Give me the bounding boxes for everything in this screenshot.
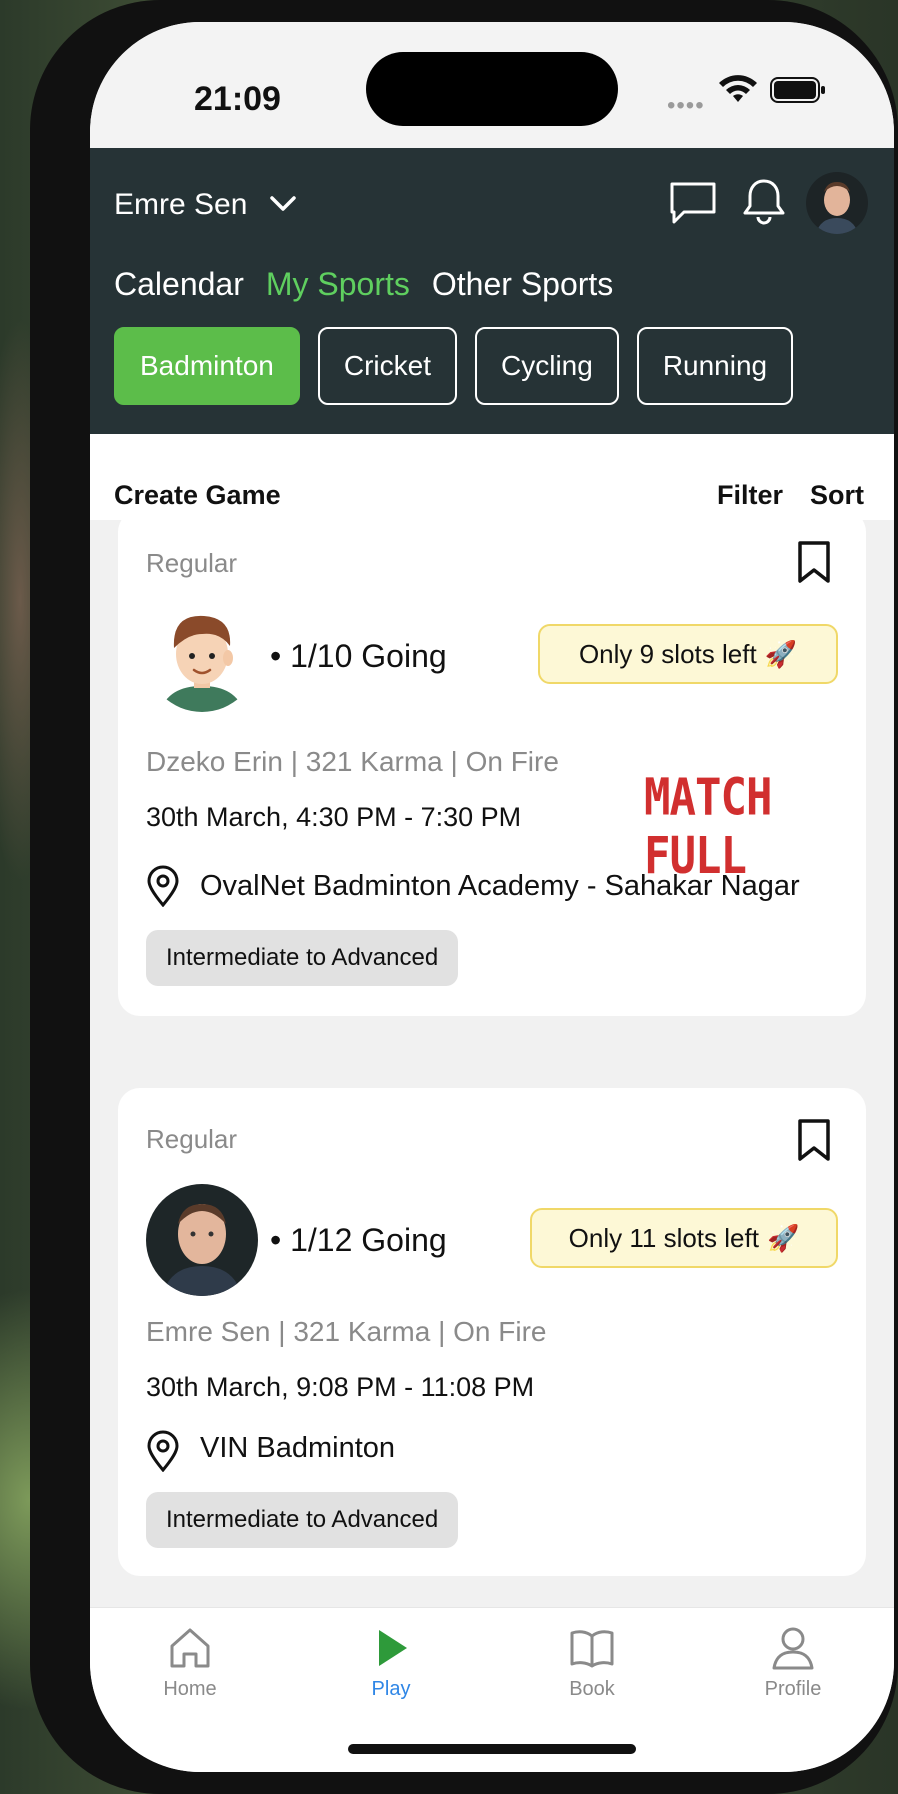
going-count: • 1/12 Going: [270, 1222, 447, 1258]
filter-button[interactable]: Filter: [717, 480, 783, 511]
game-type: Regular: [146, 548, 238, 578]
game-datetime: 30th March, 9:08 PM - 11:08 PM: [146, 1372, 535, 1402]
app-screen: 21:09 •••• Emre Sen Calendar My Sports O…: [90, 22, 894, 1772]
chip-running[interactable]: Running: [636, 327, 794, 405]
nav-label: Book: [569, 1678, 615, 1700]
tab-calendar[interactable]: Calendar: [114, 266, 244, 306]
location-pin-icon: [147, 865, 179, 907]
chip-cycling[interactable]: Cycling: [475, 327, 619, 405]
venue-name[interactable]: OvalNet Badminton Academy - Sahakar Naga…: [200, 870, 800, 903]
host-info[interactable]: Emre Sen | 321 Karma | On Fire: [146, 1316, 546, 1348]
host-avatar[interactable]: [146, 1184, 258, 1296]
tab-bar: Calendar My Sports Other Sports: [114, 266, 613, 306]
battery-icon: [770, 77, 825, 103]
slots-left-text: Only 9 slots left: [578, 638, 757, 669]
slots-left-badge: Only 9 slots left 🚀: [538, 624, 838, 684]
create-game-button[interactable]: Create Game: [114, 480, 281, 511]
location-pin-icon: [147, 1430, 179, 1472]
going-count: • 1/10 Going: [270, 638, 447, 674]
play-icon: [379, 1630, 407, 1666]
tab-other-sports[interactable]: Other Sports: [432, 266, 613, 306]
match-full-stamp: MATCH FULL: [644, 768, 772, 886]
home-icon: [170, 1628, 210, 1668]
game-datetime: 30th March, 4:30 PM - 7:30 PM: [146, 802, 522, 832]
game-type: Regular: [146, 1124, 238, 1154]
slots-left-badge: Only 11 slots left 🚀: [530, 1208, 838, 1268]
home-indicator[interactable]: [348, 1744, 636, 1754]
nav-label: Profile: [764, 1678, 822, 1700]
skill-level-badge: Intermediate to Advanced: [146, 930, 459, 986]
nav-home[interactable]: Home: [130, 1624, 250, 1701]
wifi-icon: [719, 75, 757, 102]
status-time: 21:09: [194, 80, 281, 118]
nav-book[interactable]: Book: [532, 1624, 652, 1701]
bookmark-icon[interactable]: [796, 540, 832, 584]
nav-label: Home: [163, 1678, 217, 1700]
venue-name[interactable]: VIN Badminton: [200, 1432, 395, 1465]
chip-badminton[interactable]: Badminton: [114, 327, 300, 405]
nav-label: Play: [371, 1678, 411, 1700]
rocket-icon: 🚀: [764, 638, 798, 669]
game-card[interactable]: Regular • 1/12 Going Only 11 slots left …: [118, 1088, 866, 1576]
tab-my-sports[interactable]: My Sports: [266, 266, 410, 306]
phone-frame: 21:09 •••• Emre Sen Calendar My Sports O…: [30, 0, 898, 1794]
chip-cricket[interactable]: Cricket: [317, 327, 457, 405]
dynamic-island: [366, 52, 618, 126]
sort-button[interactable]: Sort: [810, 480, 864, 511]
chevron-down-icon[interactable]: [268, 192, 298, 216]
games-feed[interactable]: Regular • 1/10 Going Only 9 slots left 🚀…: [90, 520, 894, 1628]
rocket-icon: 🚀: [766, 1222, 800, 1253]
host-avatar[interactable]: [146, 600, 258, 712]
skill-level-badge: Intermediate to Advanced: [146, 1492, 459, 1548]
account-name[interactable]: Emre Sen: [114, 188, 247, 222]
profile-icon: [772, 1627, 814, 1670]
signal-icon: ••••: [667, 92, 705, 119]
game-card[interactable]: Regular • 1/10 Going Only 9 slots left 🚀…: [118, 520, 866, 1016]
chat-icon[interactable]: [668, 180, 718, 226]
book-icon: [570, 1630, 614, 1668]
sport-filter-chips: Badminton Cricket Cycling Running: [114, 327, 794, 405]
nav-profile[interactable]: Profile: [733, 1624, 853, 1701]
nav-play[interactable]: Play: [331, 1624, 451, 1701]
bookmark-icon[interactable]: [796, 1118, 832, 1162]
avatar[interactable]: [806, 172, 868, 234]
bell-icon[interactable]: [742, 177, 786, 227]
slots-left-text: Only 11 slots left: [568, 1222, 759, 1253]
host-info[interactable]: Dzeko Erin | 321 Karma | On Fire: [146, 746, 559, 778]
